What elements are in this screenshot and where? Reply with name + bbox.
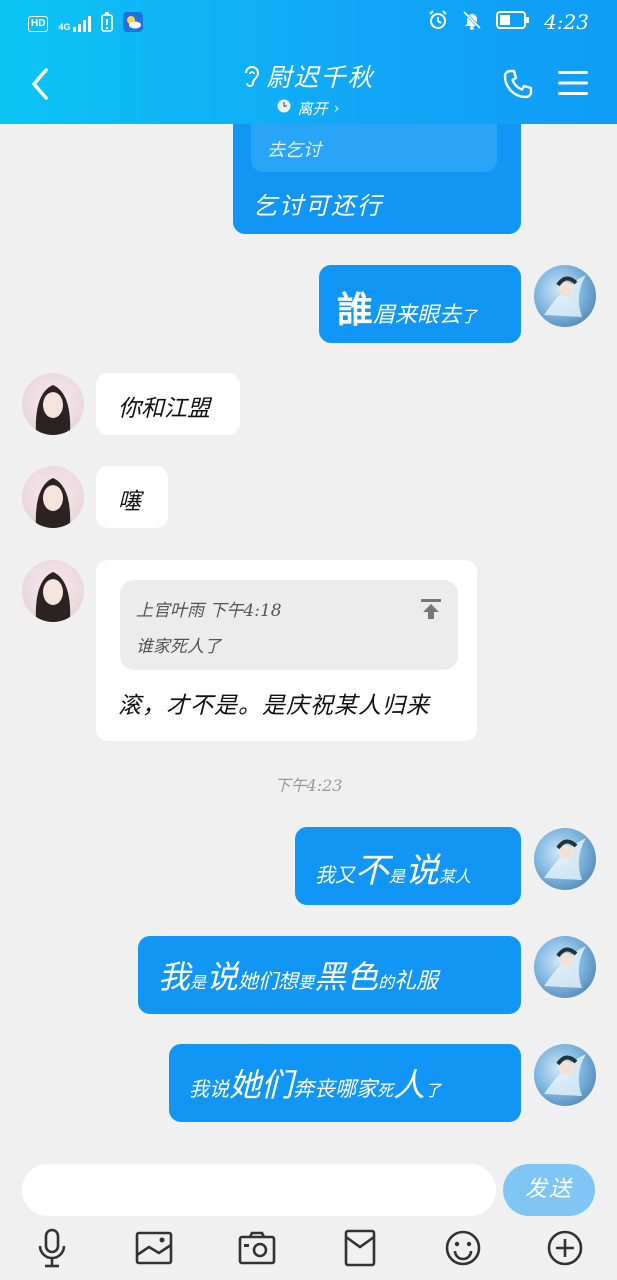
- message-timestamp: 下午4:23: [274, 776, 343, 795]
- camera-icon[interactable]: [235, 1226, 279, 1270]
- message-bubble-received[interactable]: 上官叶雨 下午4:18 谁家死人了 滚，才不是。是庆祝某人归来: [96, 560, 477, 741]
- message-input[interactable]: [22, 1164, 496, 1216]
- ear-icon: [242, 64, 260, 96]
- jump-to-original-icon[interactable]: [420, 598, 442, 624]
- phone-call-button[interactable]: [502, 68, 534, 104]
- message-bubble-received[interactable]: 噻: [96, 466, 168, 528]
- chat-header: HD 4G 4:23 尉迟千秋 离开 ›: [0, 0, 617, 124]
- microphone-icon[interactable]: [30, 1226, 74, 1270]
- alarm-icon: [428, 10, 448, 34]
- status-bar: HD 4G 4:23: [0, 0, 617, 46]
- quoted-message[interactable]: 上官叶雨 下午4:18 谁家死人了: [120, 580, 458, 670]
- avatar[interactable]: [534, 936, 596, 998]
- battery-saver-icon: [101, 12, 114, 36]
- mute-bell-icon: [462, 10, 482, 34]
- signal-4g-icon: 4G: [58, 16, 92, 32]
- avatar[interactable]: [534, 265, 596, 327]
- avatar[interactable]: [534, 1044, 596, 1106]
- avatar[interactable]: [22, 466, 84, 528]
- message-bubble-sent[interactable]: 誰眉来眼去了: [319, 265, 521, 343]
- avatar[interactable]: [534, 828, 596, 890]
- menu-button[interactable]: [558, 70, 588, 100]
- clock-status-icon: [277, 99, 291, 117]
- weather-app-icon: [123, 12, 144, 36]
- message-bubble-sent[interactable]: 我又不是说某人: [295, 827, 521, 905]
- image-icon[interactable]: [132, 1226, 176, 1270]
- plus-icon[interactable]: [543, 1226, 587, 1270]
- quoted-message: 去乞讨: [251, 124, 497, 172]
- battery-icon: [496, 11, 530, 33]
- emoji-icon[interactable]: [441, 1226, 485, 1270]
- red-packet-icon[interactable]: [338, 1226, 382, 1270]
- clock-time: 4:23: [544, 10, 589, 34]
- hd-icon: HD: [28, 16, 49, 32]
- input-bar: 发送: [0, 1150, 617, 1280]
- message-bubble-sent[interactable]: 我是说她们想要黑色的礼服: [138, 936, 521, 1014]
- avatar[interactable]: [22, 560, 84, 622]
- send-button[interactable]: 发送: [503, 1164, 595, 1216]
- message-bubble-sent[interactable]: 我说她们奔丧哪家死人了: [169, 1044, 521, 1122]
- avatar[interactable]: [22, 373, 84, 435]
- message-bubble-received[interactable]: 你和江盟: [96, 373, 240, 435]
